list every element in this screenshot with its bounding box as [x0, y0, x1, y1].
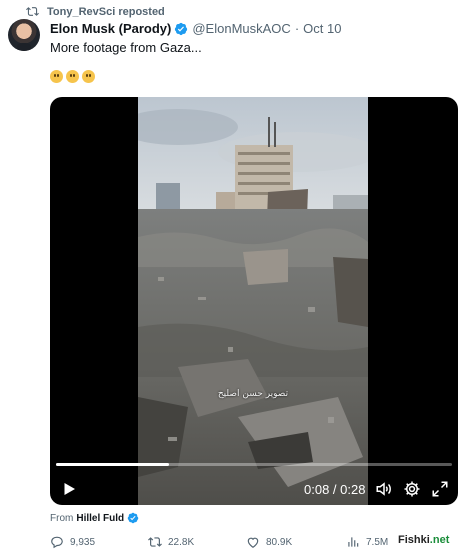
- video-frame[interactable]: تصوير حسن اصليح: [138, 97, 368, 505]
- volume-icon[interactable]: [375, 480, 393, 498]
- views-chart-icon: [348, 537, 359, 547]
- fishki-watermark: Fishki.net: [398, 534, 449, 546]
- repost-label[interactable]: Tony_RevSci reposted: [47, 6, 165, 18]
- repost-count: 22.8K: [168, 536, 195, 548]
- tweet-text: More footage from Gaza...: [50, 40, 202, 55]
- attribution-account[interactable]: Hillel Fuld: [76, 513, 124, 524]
- separator-dot: ·: [294, 21, 300, 36]
- reply-count: 9,935: [70, 536, 96, 548]
- emoji-row: [50, 70, 95, 83]
- reply-icon: [51, 536, 63, 549]
- action-bar: 9,935 22.8K 80.9K 7.5M: [0, 532, 467, 554]
- destroyed-city-scene: [138, 97, 368, 505]
- author-name[interactable]: Elon Musk (Parody): [50, 21, 171, 36]
- neutral-face-emoji-icon: [66, 70, 79, 83]
- video-watermark-caption: تصوير حسن اصليح: [217, 389, 289, 399]
- heart-icon: [247, 537, 259, 548]
- tweet-header: Elon Musk (Parody) @ElonMuskAOC · Oct 10: [50, 21, 341, 36]
- video-player[interactable]: تصوير حسن اصليح 0:08 / 0:28: [50, 97, 458, 505]
- attribution-prefix: From: [50, 512, 74, 524]
- neutral-face-emoji-icon: [50, 70, 63, 83]
- repost-line: Tony_RevSci reposted: [26, 5, 165, 18]
- neutral-face-emoji-icon: [82, 70, 95, 83]
- verified-badge-icon: [127, 512, 139, 524]
- author-handle[interactable]: @ElonMuskAOC: [192, 21, 290, 36]
- watermark-brand: Fishki: [398, 534, 430, 546]
- repost-icon: [148, 537, 162, 547]
- video-time: 0:08 / 0:28: [304, 482, 366, 497]
- attribution: From Hillel Fuld: [50, 512, 139, 524]
- reply-button[interactable]: 9,935: [50, 535, 95, 549]
- fullscreen-icon[interactable]: [431, 480, 449, 498]
- play-icon[interactable]: [60, 480, 78, 498]
- video-progress-bar[interactable]: [56, 463, 452, 466]
- repost-icon: [26, 7, 39, 16]
- repost-button[interactable]: 22.8K: [148, 535, 194, 549]
- view-count: 7.5M: [366, 536, 389, 548]
- watermark-tld: .net: [429, 534, 450, 546]
- settings-gear-icon[interactable]: [403, 480, 421, 498]
- like-count: 80.9K: [266, 536, 293, 548]
- views-button[interactable]: 7.5M: [346, 535, 388, 549]
- avatar[interactable]: [8, 19, 40, 51]
- video-progress-fill: [56, 463, 170, 466]
- verified-badge-icon: [175, 22, 188, 35]
- tweet-date[interactable]: Oct 10: [303, 21, 341, 36]
- like-button[interactable]: 80.9K: [246, 535, 292, 549]
